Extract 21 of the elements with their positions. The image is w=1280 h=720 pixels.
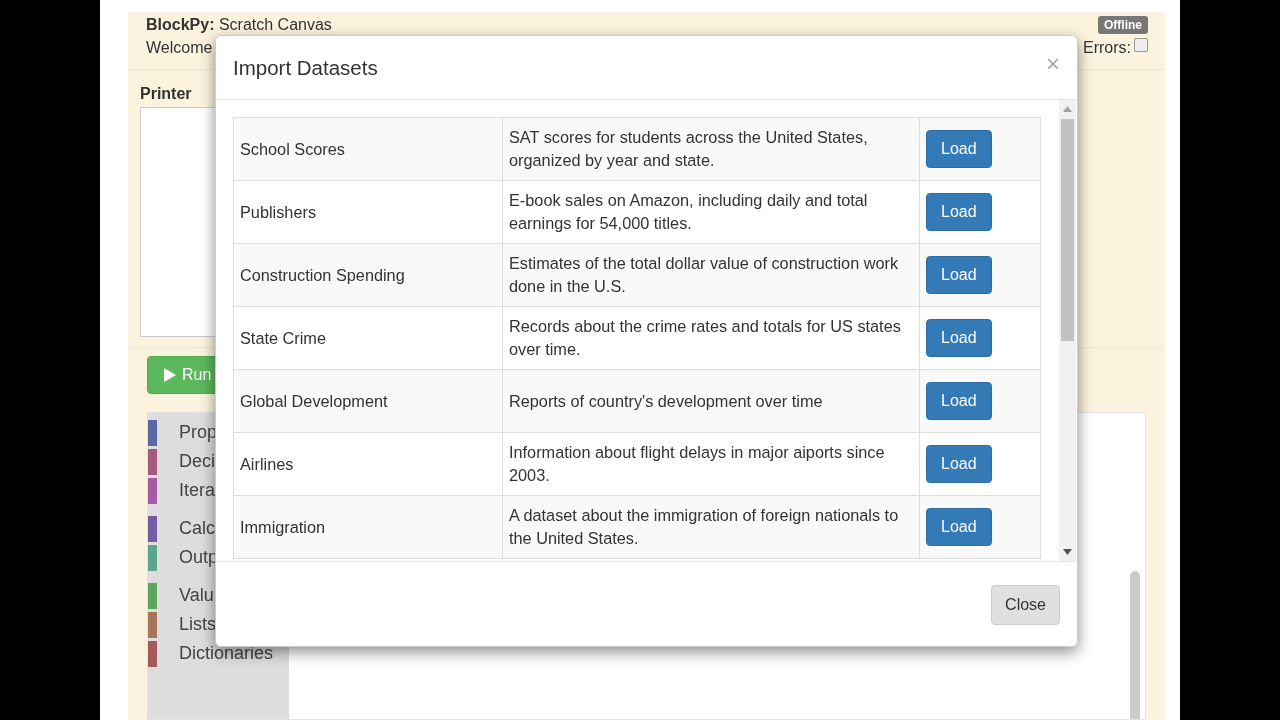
dataset-description: Reports of country's development over time xyxy=(502,369,920,433)
dataset-name: Airlines xyxy=(233,432,503,496)
dataset-name: Global Development xyxy=(233,369,503,433)
dataset-name: School Scores xyxy=(233,117,503,181)
dataset-description: SAT scores for students across the United States, organized by year and state. xyxy=(502,117,920,181)
welcome-text: Welcome xyxy=(146,39,214,57)
dataset-description: E-book sales on Amazon, including daily and total earnings for 54,000 titles. xyxy=(502,180,920,244)
app-name: BlockPy: xyxy=(146,16,215,33)
status-badge: Offline xyxy=(1098,16,1148,34)
dataset-name: Construction Spending xyxy=(233,243,503,307)
errors-label: Errors: xyxy=(1083,39,1131,57)
dataset-name: Immigration xyxy=(233,495,503,559)
page-title: Scratch Canvas xyxy=(218,16,332,33)
printer-label: Printer xyxy=(140,85,193,103)
dialog-title: Import Datasets xyxy=(233,55,378,80)
dataset-description: Records about the crime rates and totals for US states over time. xyxy=(502,306,920,370)
dataset-name: Publishers xyxy=(233,180,503,244)
dataset-description: Information about flight delays in major aiports since 2003. xyxy=(502,432,920,496)
dataset-description: A dataset about the immigration of foreign nationals to the United States. xyxy=(502,495,920,559)
dataset-description: Estimates of the total dollar value of construction work done in the U.S. xyxy=(502,243,920,307)
dataset-name: State Crime xyxy=(233,306,503,370)
